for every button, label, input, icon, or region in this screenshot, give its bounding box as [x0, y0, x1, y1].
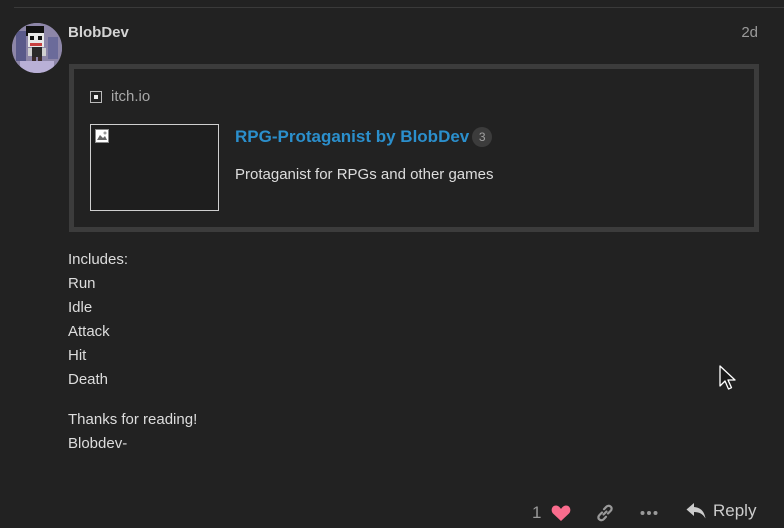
click-count-badge: 3	[472, 127, 493, 147]
post-username[interactable]: BlobDev	[68, 24, 129, 41]
broken-image-icon	[95, 129, 109, 143]
divider-line	[14, 7, 784, 8]
link-icon[interactable]	[595, 504, 615, 522]
like-count[interactable]: 1	[532, 503, 541, 523]
more-options-icon[interactable]	[639, 504, 659, 522]
body-line: Idle	[68, 299, 93, 316]
mouse-cursor-icon	[719, 365, 736, 390]
onebox-description: Protaganist for RPGs and other games	[235, 166, 494, 183]
reply-icon	[686, 503, 706, 519]
body-line: Run	[68, 275, 96, 292]
reply-label: Reply	[713, 501, 757, 520]
onebox-thumbnail[interactable]	[90, 124, 219, 211]
post-body: Includes: Run Idle Attack Hit Death Than…	[68, 248, 197, 456]
onebox-title-link[interactable]: RPG-Protaganist by BlobDev	[235, 127, 469, 147]
heart-icon[interactable]	[551, 504, 571, 522]
post-date[interactable]: 2d	[741, 24, 758, 41]
reply-button[interactable]: Reply	[686, 501, 756, 521]
body-line: Death	[68, 371, 109, 388]
onebox-source-label: itch.io	[111, 88, 151, 105]
link-preview-card: itch.io RPG-Protaganist by BlobDev 3 Pro…	[69, 64, 759, 232]
body-line: Includes:	[68, 251, 129, 268]
avatar[interactable]	[12, 23, 62, 73]
body-line: Hit	[68, 347, 87, 364]
onebox-title: RPG-Protaganist by BlobDev 3	[235, 127, 493, 147]
closing-line: Blobdev-	[68, 435, 128, 452]
closing-line: Thanks for reading!	[68, 411, 198, 428]
favicon-icon	[90, 90, 102, 103]
body-line: Attack	[68, 323, 110, 340]
onebox-source[interactable]: itch.io	[90, 88, 150, 105]
